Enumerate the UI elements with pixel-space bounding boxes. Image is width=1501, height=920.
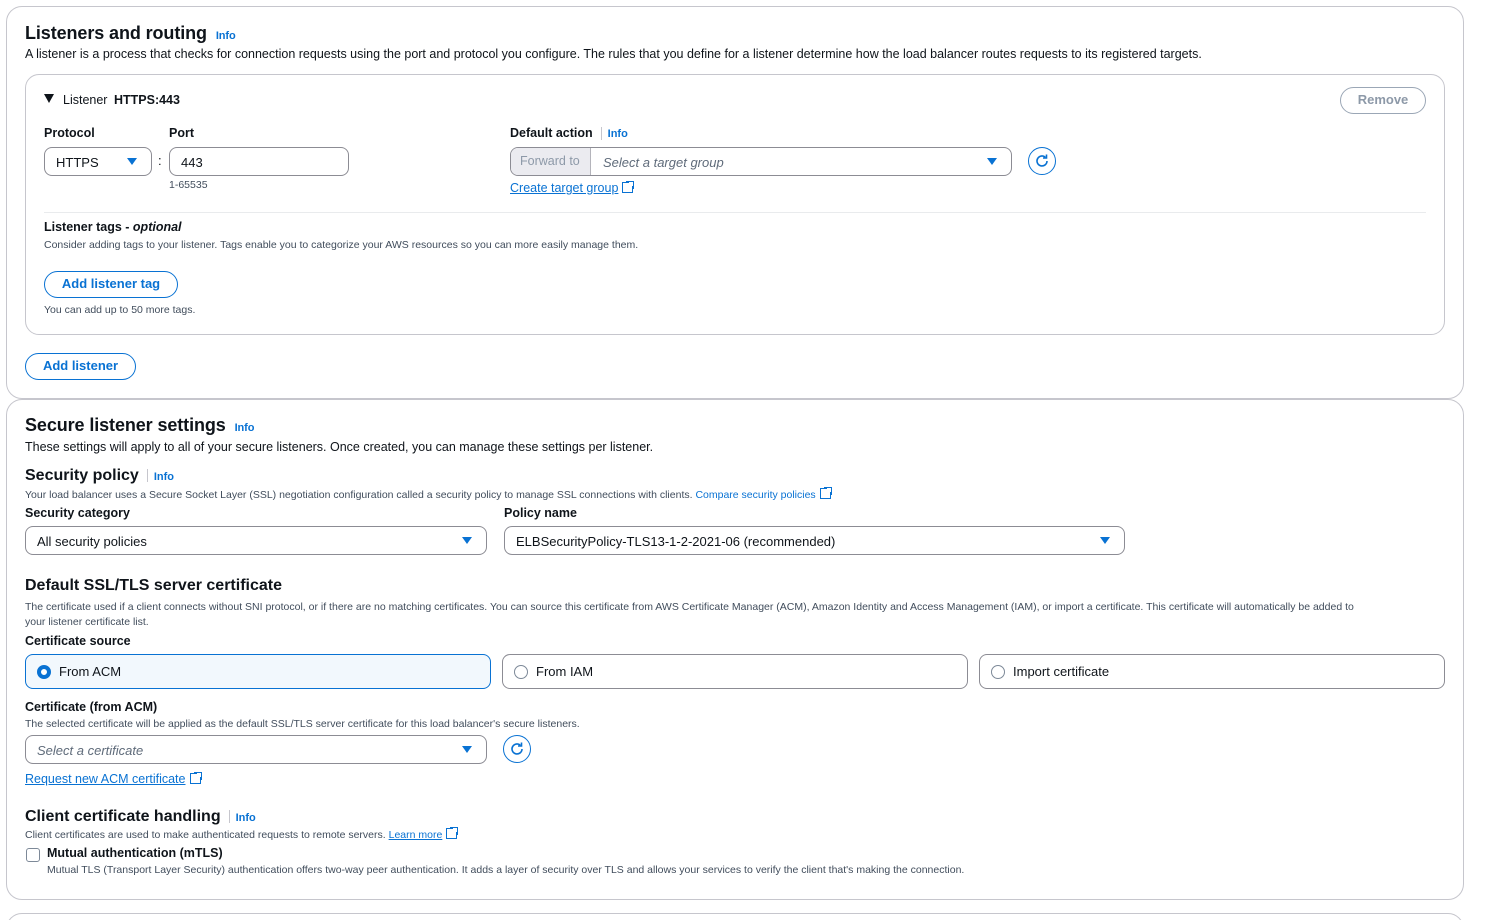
refresh-icon[interactable] <box>1028 147 1056 175</box>
mtls-checkbox[interactable] <box>26 848 40 862</box>
radio-selected[interactable] <box>37 665 51 679</box>
listener-name: HTTPS:443 <box>113 93 180 107</box>
protocol-label: Protocol <box>44 126 95 140</box>
protocol-select[interactable]: HTTPS <box>44 147 152 176</box>
chevron-down-icon <box>1100 537 1110 544</box>
tags-limit-hint: You can add up to 50 more tags. <box>44 304 196 316</box>
port-label: Port <box>169 126 194 140</box>
compare-security-policies-link[interactable]: Compare security policies <box>695 486 833 501</box>
security-policy-info-link[interactable]: Info <box>154 471 174 483</box>
external-link-icon <box>819 486 833 499</box>
secure-title: Secure listener settings Info <box>25 415 255 435</box>
client-certificate-title: Client certificate handling Info <box>25 808 256 825</box>
divider <box>44 212 1426 213</box>
default-certificate-description-1: The certificate used if a client connect… <box>25 601 1354 613</box>
protocol-port-separator: : <box>158 153 162 168</box>
chevron-down-icon <box>987 158 997 165</box>
add-listener-button[interactable]: Add listener <box>25 353 136 380</box>
certificate-source-label: Certificate source <box>25 634 131 648</box>
default-certificate-description-2: your listener certificate list. <box>25 616 149 628</box>
radio-unselected[interactable] <box>514 665 528 679</box>
forward-to-prefix: Forward to <box>511 148 591 175</box>
refresh-icon[interactable] <box>503 735 531 763</box>
secure-info-link[interactable]: Info <box>235 422 255 434</box>
port-input[interactable]: 443 <box>169 147 349 176</box>
listeners-description: A listener is a process that checks for … <box>25 47 1202 61</box>
security-category-label: Security category <box>25 506 130 520</box>
external-link-icon <box>622 180 636 193</box>
acm-certificate-label: Certificate (from ACM) <box>25 700 158 714</box>
security-policy-description: Your load balancer uses a Secure Socket … <box>25 486 833 501</box>
chevron-down-icon <box>127 158 137 165</box>
listeners-routing-panel: Listeners and routing Info A listener is… <box>6 6 1464 399</box>
secure-listener-panel: Secure listener settings Info These sett… <box>6 399 1464 900</box>
external-link-icon <box>446 826 460 839</box>
radio-unselected[interactable] <box>991 665 1005 679</box>
mtls-description: Mutual TLS (Transport Layer Security) au… <box>47 864 965 876</box>
listener-tags-description: Consider adding tags to your listener. T… <box>44 239 639 251</box>
port-hint: 1-65535 <box>169 179 208 191</box>
default-action-label: Default action Info <box>510 126 628 141</box>
listeners-info-link[interactable]: Info <box>216 30 236 42</box>
external-link-icon <box>189 771 203 784</box>
secure-description: These settings will apply to all of your… <box>25 440 654 454</box>
target-group-select[interactable]: Forward to Select a target group <box>510 147 1012 176</box>
mtls-label[interactable]: Mutual authentication (mTLS) <box>47 846 223 860</box>
policy-name-select[interactable]: ELBSecurityPolicy-TLS13-1-2-2021-06 (rec… <box>504 526 1125 555</box>
client-certificate-description: Client certificates are used to make aut… <box>25 826 460 841</box>
listener-card: Listener HTTPS:443 Remove Protocol HTTPS… <box>25 74 1445 335</box>
source-from-acm-option[interactable]: From ACM <box>25 654 491 689</box>
security-policy-title: Security policy Info <box>25 467 174 484</box>
listeners-title: Listeners and routing Info <box>25 23 236 43</box>
remove-listener-button[interactable]: Remove <box>1340 87 1426 114</box>
source-import-certificate-option[interactable]: Import certificate <box>979 654 1445 689</box>
policy-name-label: Policy name <box>504 506 577 520</box>
security-category-select[interactable]: All security policies <box>25 526 487 555</box>
next-section-panel <box>6 913 1464 920</box>
caret-down-icon[interactable] <box>44 94 54 103</box>
acm-certificate-description: The selected certificate will be applied… <box>25 718 580 730</box>
source-from-iam-option[interactable]: From IAM <box>502 654 968 689</box>
default-action-info-link[interactable]: Info <box>608 128 628 140</box>
chevron-down-icon <box>462 537 472 544</box>
add-listener-tag-button[interactable]: Add listener tag <box>44 271 178 298</box>
learn-more-link[interactable]: Learn more <box>389 826 460 841</box>
listener-header[interactable]: Listener HTTPS:443 <box>44 93 180 107</box>
default-certificate-title: Default SSL/TLS server certificate <box>25 577 282 594</box>
chevron-down-icon <box>462 746 472 753</box>
client-certificate-info-link[interactable]: Info <box>236 812 256 824</box>
create-target-group-link[interactable]: Create target group <box>510 180 636 195</box>
acm-certificate-select[interactable]: Select a certificate <box>25 735 487 764</box>
request-acm-certificate-link[interactable]: Request new ACM certificate <box>25 771 203 786</box>
listener-tags-label: Listener tags - optional <box>44 220 182 234</box>
